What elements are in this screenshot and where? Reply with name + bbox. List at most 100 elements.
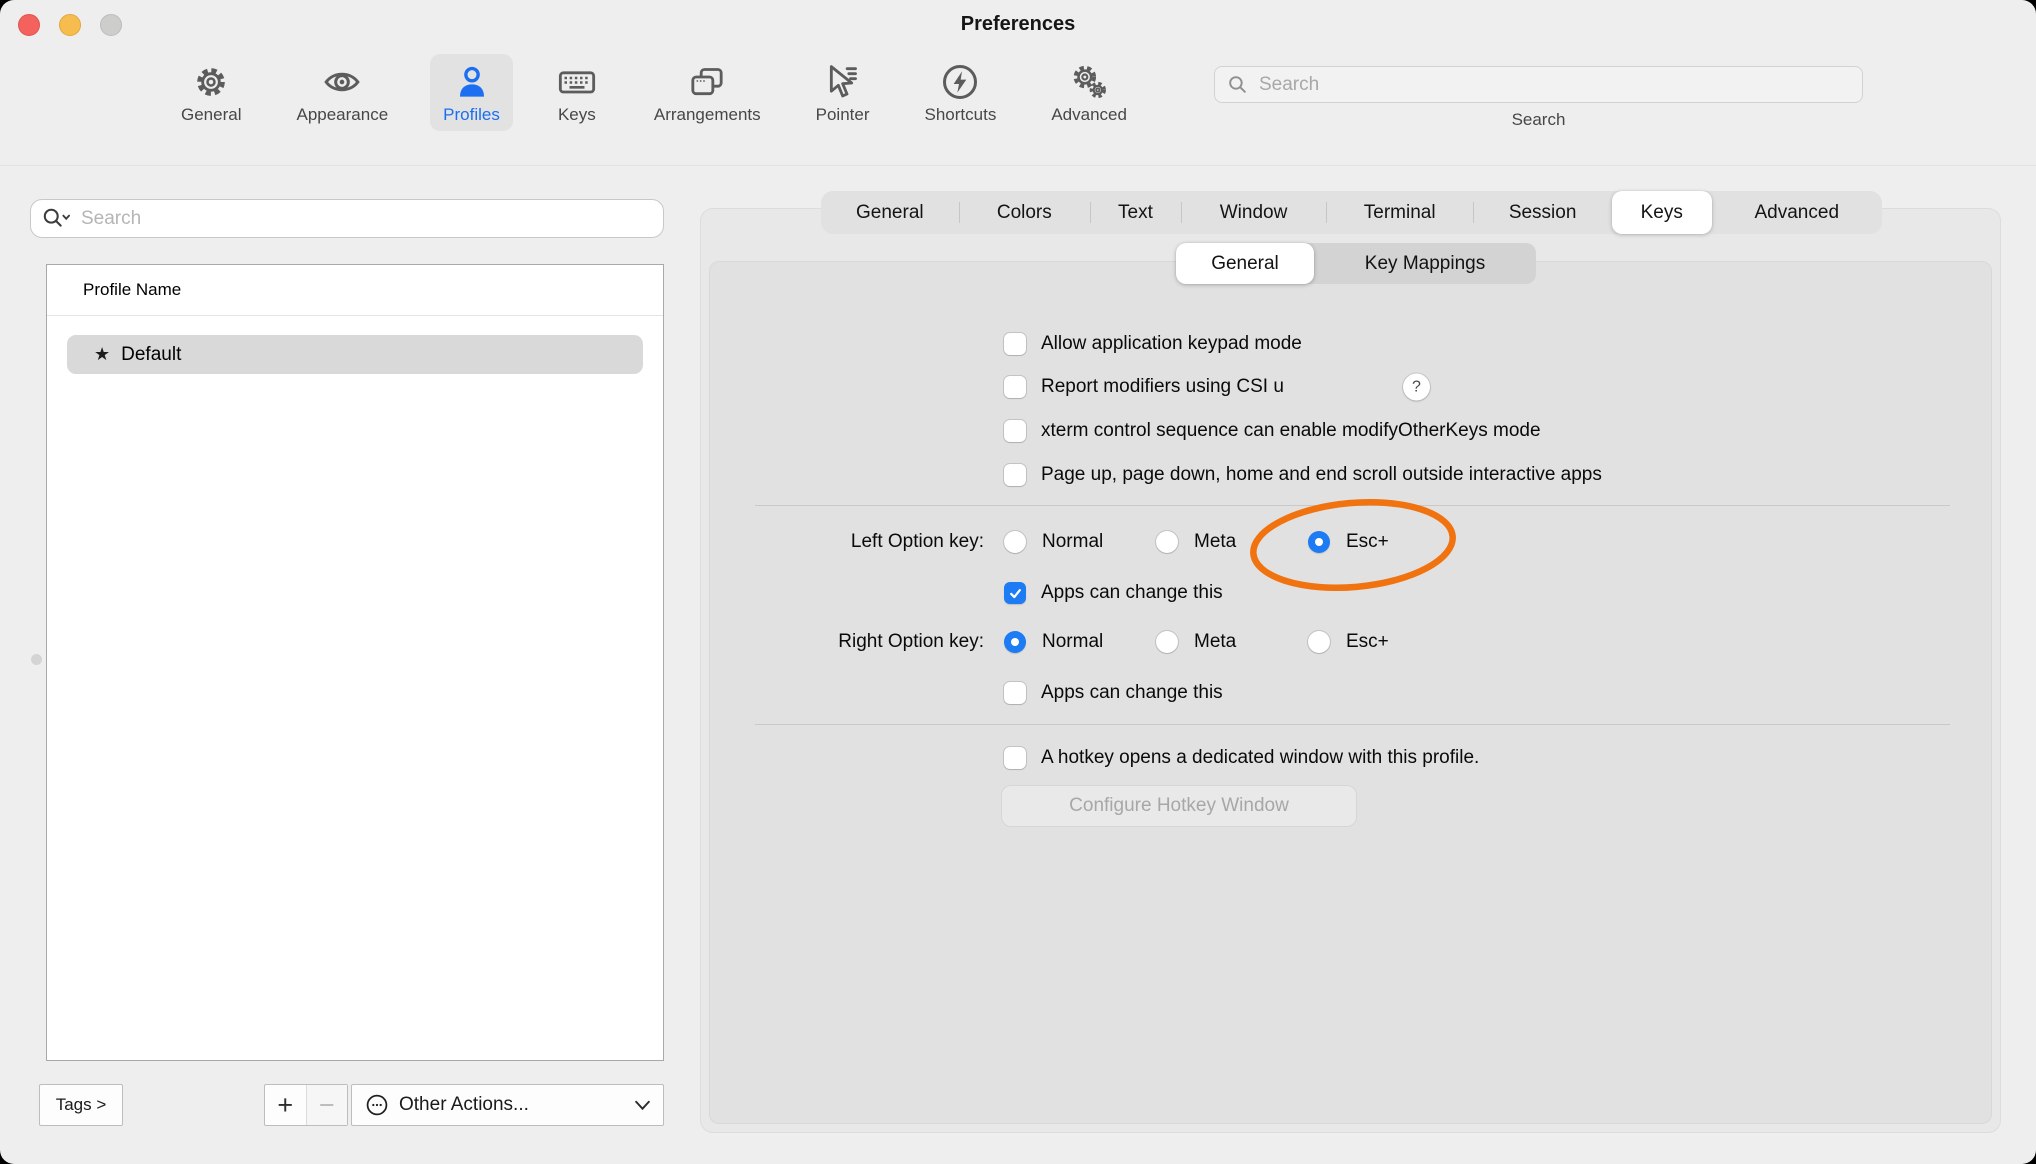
toolbar-label: Keys bbox=[558, 105, 596, 125]
radio-left-option-meta[interactable] bbox=[1156, 531, 1178, 553]
checkbox-label: A hotkey opens a dedicated window with t… bbox=[1041, 747, 1479, 769]
toolbar-item-shortcuts[interactable]: Shortcuts bbox=[912, 54, 1010, 131]
radio-item: Normal bbox=[1004, 531, 1103, 553]
add-profile-button[interactable]: + bbox=[265, 1085, 306, 1125]
checkbox-keypad-mode[interactable] bbox=[1004, 333, 1026, 355]
checkbox-label: Apps can change this bbox=[1041, 582, 1223, 604]
checkbox-scroll-outside-apps[interactable] bbox=[1004, 464, 1026, 486]
gears-icon bbox=[1067, 60, 1111, 104]
add-remove-group: + − bbox=[264, 1084, 348, 1126]
radio-label: Normal bbox=[1042, 531, 1103, 553]
tab-session[interactable]: Session bbox=[1473, 191, 1612, 234]
tab-text[interactable]: Text bbox=[1090, 191, 1181, 234]
toolbar-item-profiles[interactable]: Profiles bbox=[430, 54, 513, 131]
chevron-down-icon bbox=[634, 1100, 651, 1111]
tags-button[interactable]: Tags > bbox=[39, 1084, 123, 1126]
checkbox-label: Apps can change this bbox=[1041, 682, 1223, 704]
toolbar-item-arrangements[interactable]: Arrangements bbox=[641, 54, 774, 131]
eye-icon bbox=[320, 60, 364, 104]
cursor-icon bbox=[821, 60, 865, 104]
profile-search-input[interactable] bbox=[79, 207, 652, 231]
radio-left-option-normal[interactable] bbox=[1004, 531, 1026, 553]
radio-right-option-normal[interactable] bbox=[1004, 631, 1026, 653]
checkmark-icon bbox=[1008, 586, 1023, 601]
toolbar-item-general[interactable]: General bbox=[168, 54, 254, 131]
checkbox-label: Report modifiers using CSI u bbox=[1041, 376, 1284, 398]
tab-window[interactable]: Window bbox=[1181, 191, 1326, 234]
toolbar-label: Profiles bbox=[443, 105, 500, 125]
profile-row-default[interactable]: ★ Default bbox=[67, 335, 643, 374]
configure-hotkey-window-button: Configure Hotkey Window bbox=[1001, 785, 1357, 827]
radio-label: Meta bbox=[1194, 631, 1236, 653]
person-icon bbox=[450, 60, 494, 104]
radio-item: Esc+ bbox=[1308, 631, 1389, 653]
radio-left-option-esc[interactable] bbox=[1308, 531, 1330, 553]
subtab-key-mappings[interactable]: Key Mappings bbox=[1314, 243, 1536, 284]
toolbar-search-input[interactable] bbox=[1257, 73, 1850, 97]
left-option-key-label: Left Option key: bbox=[701, 531, 984, 553]
radio-right-option-esc[interactable] bbox=[1308, 631, 1330, 653]
radio-label: Normal bbox=[1042, 631, 1103, 653]
keyboard-icon bbox=[555, 60, 599, 104]
right-option-key-label: Right Option key: bbox=[701, 631, 984, 653]
checkbox-row: Apps can change this bbox=[1004, 682, 1223, 704]
help-button[interactable]: ? bbox=[1403, 374, 1430, 401]
separator bbox=[755, 724, 1950, 725]
toolbar-label: Appearance bbox=[296, 105, 388, 125]
toolbar-divider bbox=[0, 165, 2036, 166]
star-icon: ★ bbox=[94, 344, 110, 365]
radio-label: Esc+ bbox=[1346, 631, 1389, 653]
checkbox-label: xterm control sequence can enable modify… bbox=[1041, 420, 1541, 442]
checkbox-left-apps-can-change[interactable] bbox=[1004, 582, 1026, 604]
toolbar-label: Arrangements bbox=[654, 105, 761, 125]
subtab-general[interactable]: General bbox=[1176, 243, 1314, 284]
radio-item: Meta bbox=[1156, 531, 1236, 553]
checkbox-row: Allow application keypad mode bbox=[1004, 333, 1302, 355]
radio-item: Normal bbox=[1004, 631, 1103, 653]
profiles-list-header: Profile Name bbox=[47, 265, 663, 316]
profiles-list: Profile Name ★ Default bbox=[46, 264, 664, 1061]
radio-label: Meta bbox=[1194, 531, 1236, 553]
search-icon bbox=[1227, 74, 1248, 95]
tab-colors[interactable]: Colors bbox=[959, 191, 1090, 234]
toolbar-label: General bbox=[181, 105, 241, 125]
checkbox-row: xterm control sequence can enable modify… bbox=[1004, 420, 1541, 442]
toolbar-item-keys[interactable]: Keys bbox=[542, 54, 612, 131]
keys-subtabs: General Key Mappings bbox=[1176, 243, 1536, 284]
search-filter-icon[interactable] bbox=[42, 207, 72, 230]
tab-keys[interactable]: Keys bbox=[1612, 191, 1712, 234]
tab-general[interactable]: General bbox=[821, 191, 959, 234]
gear-icon bbox=[189, 60, 233, 104]
checkbox-label: Page up, page down, home and end scroll … bbox=[1041, 464, 1602, 486]
toolbar-label: Shortcuts bbox=[925, 105, 997, 125]
toolbar-item-appearance[interactable]: Appearance bbox=[283, 54, 401, 131]
checkbox-csi-u[interactable] bbox=[1004, 376, 1026, 398]
tab-terminal[interactable]: Terminal bbox=[1326, 191, 1473, 234]
checkbox-hotkey-window[interactable] bbox=[1004, 747, 1026, 769]
checkbox-right-apps-can-change[interactable] bbox=[1004, 682, 1026, 704]
other-actions-label: Other Actions... bbox=[399, 1094, 529, 1116]
checkbox-row: Report modifiers using CSI u bbox=[1004, 376, 1284, 398]
radio-label: Esc+ bbox=[1346, 531, 1389, 553]
bolt-circle-icon bbox=[938, 60, 982, 104]
ellipsis-circle-icon bbox=[364, 1092, 390, 1118]
checkbox-row: Page up, page down, home and end scroll … bbox=[1004, 464, 1602, 486]
preferences-window: Preferences General Appearance Profiles bbox=[0, 0, 2036, 1164]
windows-icon bbox=[685, 60, 729, 104]
toolbar-item-pointer[interactable]: Pointer bbox=[803, 54, 883, 131]
separator bbox=[755, 505, 1950, 506]
checkbox-modify-other-keys[interactable] bbox=[1004, 420, 1026, 442]
toolbar-search: Search bbox=[1214, 66, 1863, 130]
radio-item: Meta bbox=[1156, 631, 1236, 653]
toolbar-label: Pointer bbox=[816, 105, 870, 125]
checkbox-row: A hotkey opens a dedicated window with t… bbox=[1004, 747, 1479, 769]
radio-right-option-meta[interactable] bbox=[1156, 631, 1178, 653]
profile-tabbar: General Colors Text Window Terminal Sess… bbox=[821, 191, 1882, 234]
profile-search-field bbox=[30, 199, 664, 238]
checkbox-row: Apps can change this bbox=[1004, 582, 1223, 604]
tab-advanced[interactable]: Advanced bbox=[1712, 191, 1882, 234]
other-actions-dropdown[interactable]: Other Actions... bbox=[351, 1084, 664, 1126]
preferences-toolbar: General Appearance Profiles Keys Arrange… bbox=[168, 54, 1140, 131]
toolbar-item-advanced[interactable]: Advanced bbox=[1038, 54, 1140, 131]
checkbox-label: Allow application keypad mode bbox=[1041, 333, 1302, 355]
